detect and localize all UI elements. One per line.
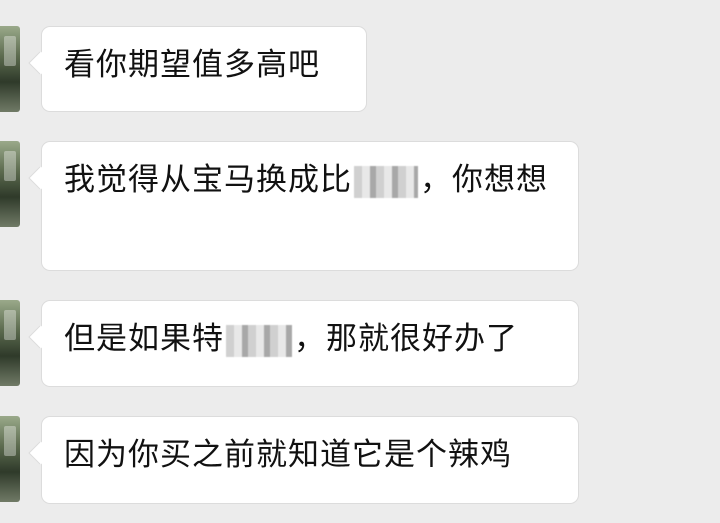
message-text: 我觉得从宝马换成比 [64, 162, 352, 198]
redacted-text [354, 165, 418, 198]
contact-avatar[interactable] [0, 26, 20, 112]
contact-avatar[interactable] [0, 300, 20, 386]
avatar-image [4, 426, 16, 456]
message-bubble[interactable]: 因为你买之前就知道它是个辣鸡 [42, 417, 578, 503]
redacted-text [226, 324, 292, 357]
message-bubble[interactable]: 看你期望值多高吧 [42, 27, 366, 111]
message-text: 看你期望值多高吧 [64, 47, 320, 83]
message-bubble[interactable]: 我觉得从宝马换成比 ，你想想 [42, 142, 578, 270]
message-text: ，那就很好办了 [294, 321, 518, 357]
message-text: 因为你买之前就知道它是个辣鸡 [64, 437, 512, 473]
avatar-image [4, 151, 16, 181]
avatar-image [4, 36, 16, 66]
contact-avatar[interactable] [0, 416, 20, 502]
contact-avatar[interactable] [0, 141, 20, 227]
message-bubble[interactable]: 但是如果特 ，那就很好办了 [42, 301, 578, 386]
message-text: 但是如果特 [64, 321, 224, 357]
avatar-image [4, 310, 16, 340]
message-text: ，你想想 [420, 162, 548, 198]
